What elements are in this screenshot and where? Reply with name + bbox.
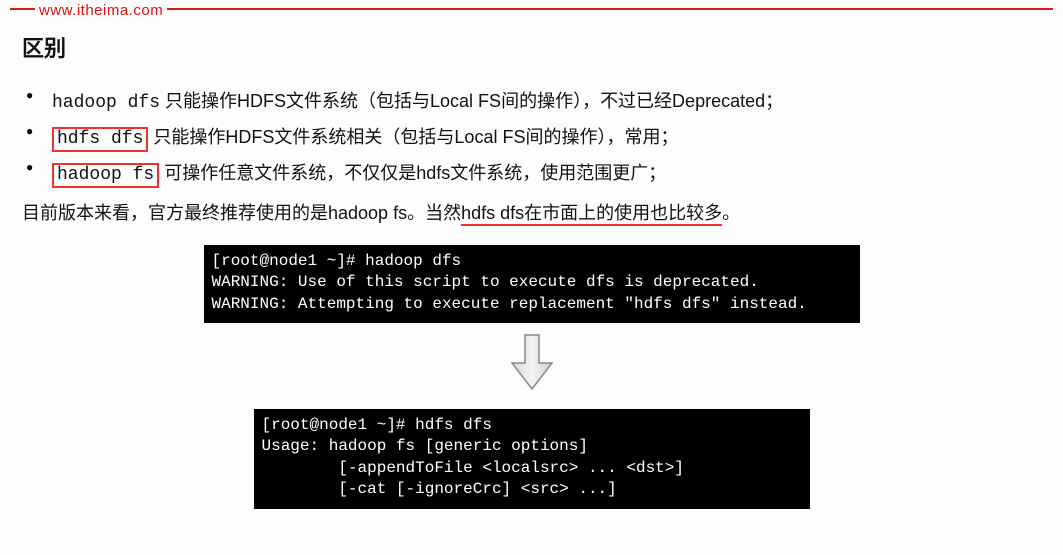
site-host: www.itheima.com — [35, 0, 167, 26]
terminal-output-1: [root@node1 ~]# hadoop dfs WARNING: Use … — [204, 245, 860, 324]
terminal-line: Usage: hadoop fs [generic options] — [262, 437, 588, 455]
summary-pre: 目前版本来看，官方最终推荐使用的是hadoop fs。当然 — [22, 203, 461, 223]
terminal-line: WARNING: Use of this script to execute d… — [212, 273, 759, 291]
cmd-hdfs-dfs: hdfs dfs — [52, 127, 148, 152]
list-item-desc: 只能操作HDFS文件系统（包括与Local FS间的操作），不过已经Deprec… — [160, 91, 783, 111]
terminal-line: WARNING: Attempting to execute replaceme… — [212, 295, 807, 313]
cmd-hadoop-fs: hadoop fs — [52, 163, 159, 188]
terminal-line: [-cat [-ignoreCrc] <src> ...] — [262, 480, 617, 498]
difference-list: hadoop dfs 只能操作HDFS文件系统（包括与Local FS间的操作）… — [22, 84, 1041, 193]
list-item-desc: 只能操作HDFS文件系统相关（包括与Local FS间的操作），常用； — [148, 127, 678, 147]
list-item: hadoop fs 可操作任意文件系统，不仅仅是hdfs文件系统，使用范围更广； — [22, 156, 1041, 192]
cmd-hadoop-dfs: hadoop dfs — [52, 93, 160, 113]
list-item: hdfs dfs 只能操作HDFS文件系统相关（包括与Local FS间的操作）… — [22, 120, 1041, 156]
terminal-line: [-appendToFile <localsrc> ... <dst>] — [262, 459, 684, 477]
arrow-down-icon — [510, 333, 554, 391]
summary-line: 目前版本来看，官方最终推荐使用的是hadoop fs。当然hdfs dfs在市面… — [22, 196, 1041, 230]
document-body: 区别 hadoop dfs 只能操作HDFS文件系统（包括与Local FS间的… — [0, 0, 1063, 509]
terminal-prompt: [root@node1 ~]# hdfs dfs — [262, 416, 492, 434]
summary-highlight: hdfs dfs在市面上的使用也比较多 — [461, 203, 722, 226]
list-item-desc: 可操作任意文件系统，不仅仅是hdfs文件系统，使用范围更广； — [159, 163, 666, 183]
terminal-output-2: [root@node1 ~]# hdfs dfs Usage: hadoop f… — [254, 409, 810, 509]
section-title: 区别 — [22, 28, 1041, 70]
terminal-prompt: [root@node1 ~]# hadoop dfs — [212, 252, 462, 270]
list-item: hadoop dfs 只能操作HDFS文件系统（包括与Local FS间的操作）… — [22, 84, 1041, 120]
summary-post: 。 — [722, 203, 740, 223]
